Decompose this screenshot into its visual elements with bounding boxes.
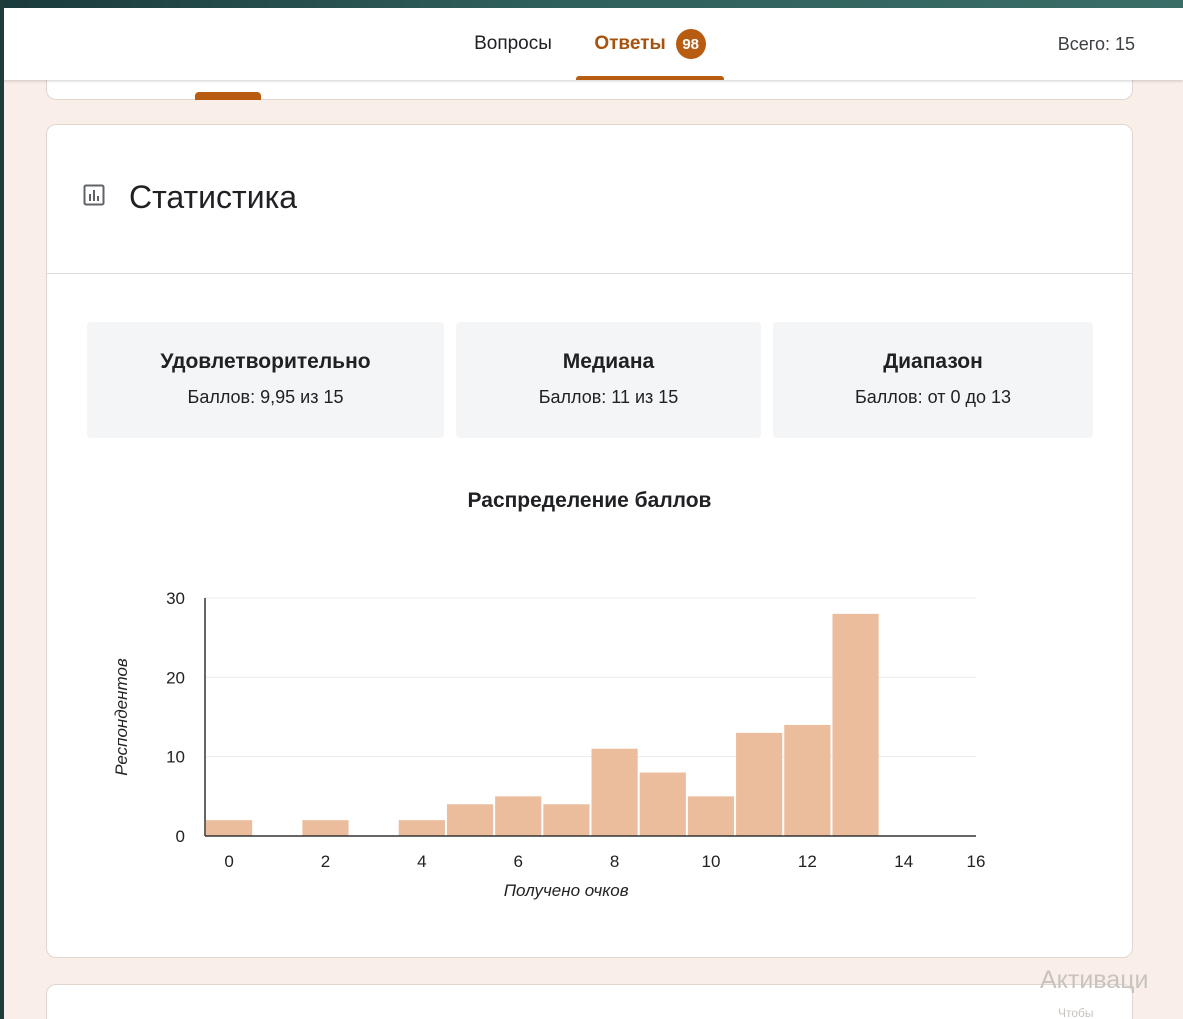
histogram-bar (543, 804, 590, 836)
x-tick-label: 2 (321, 852, 330, 871)
histogram-bar (736, 732, 783, 836)
x-tick-label: 12 (798, 852, 817, 871)
tab-questions-label: Вопросы (474, 33, 552, 54)
statistics-card: Статистика Удовлетворительно Баллов: 9,9… (46, 124, 1133, 958)
window-edge (0, 0, 4, 1019)
tab-questions[interactable]: Вопросы (458, 8, 568, 80)
x-tick-label: 0 (224, 852, 233, 871)
activation-watermark: Активаци (1040, 966, 1149, 994)
histogram-bar (206, 820, 253, 836)
y-axis-label: Респондентов (112, 658, 131, 776)
tab-answers-label: Ответы (594, 33, 666, 54)
x-tick-label: 4 (417, 852, 426, 871)
active-tab-indicator (576, 76, 724, 80)
histogram-bar (398, 820, 445, 836)
histogram-bar (495, 796, 542, 836)
histogram-bar (832, 613, 879, 836)
histogram-bar (784, 724, 831, 836)
next-card (46, 984, 1133, 1019)
histogram-bar (446, 804, 494, 836)
y-tick-label: 10 (166, 748, 185, 767)
previous-card-accent (195, 92, 261, 100)
top-tabs-bar: Вопросы Ответы 98 Всего: 15 (0, 8, 1183, 80)
histogram-bar (639, 772, 686, 836)
x-tick-label: 16 (967, 852, 986, 871)
top-band (0, 0, 1183, 8)
x-tick-label: 14 (894, 852, 913, 871)
activation-watermark-subtext: Чтобы (1058, 1006, 1094, 1019)
y-tick-label: 30 (166, 589, 185, 608)
histogram-bar (302, 820, 349, 836)
x-tick-label: 6 (513, 852, 522, 871)
total-points: Всего: 15 (1057, 33, 1135, 54)
x-tick-label: 8 (610, 852, 619, 871)
histogram-bar (687, 796, 735, 836)
y-tick-label: 20 (166, 668, 185, 687)
x-axis-label: Получено очков (504, 881, 629, 900)
score-distribution-chart: 0 10 20 30 0 2 4 6 8 10 12 14 16 Получено очков Респ… (112, 589, 986, 900)
y-tick-label: 0 (176, 827, 185, 846)
tab-answers[interactable]: Ответы 98 (576, 8, 724, 80)
x-tick-label: 10 (702, 852, 721, 871)
histogram-bar (591, 748, 638, 836)
answers-count-badge: 98 (675, 29, 706, 59)
